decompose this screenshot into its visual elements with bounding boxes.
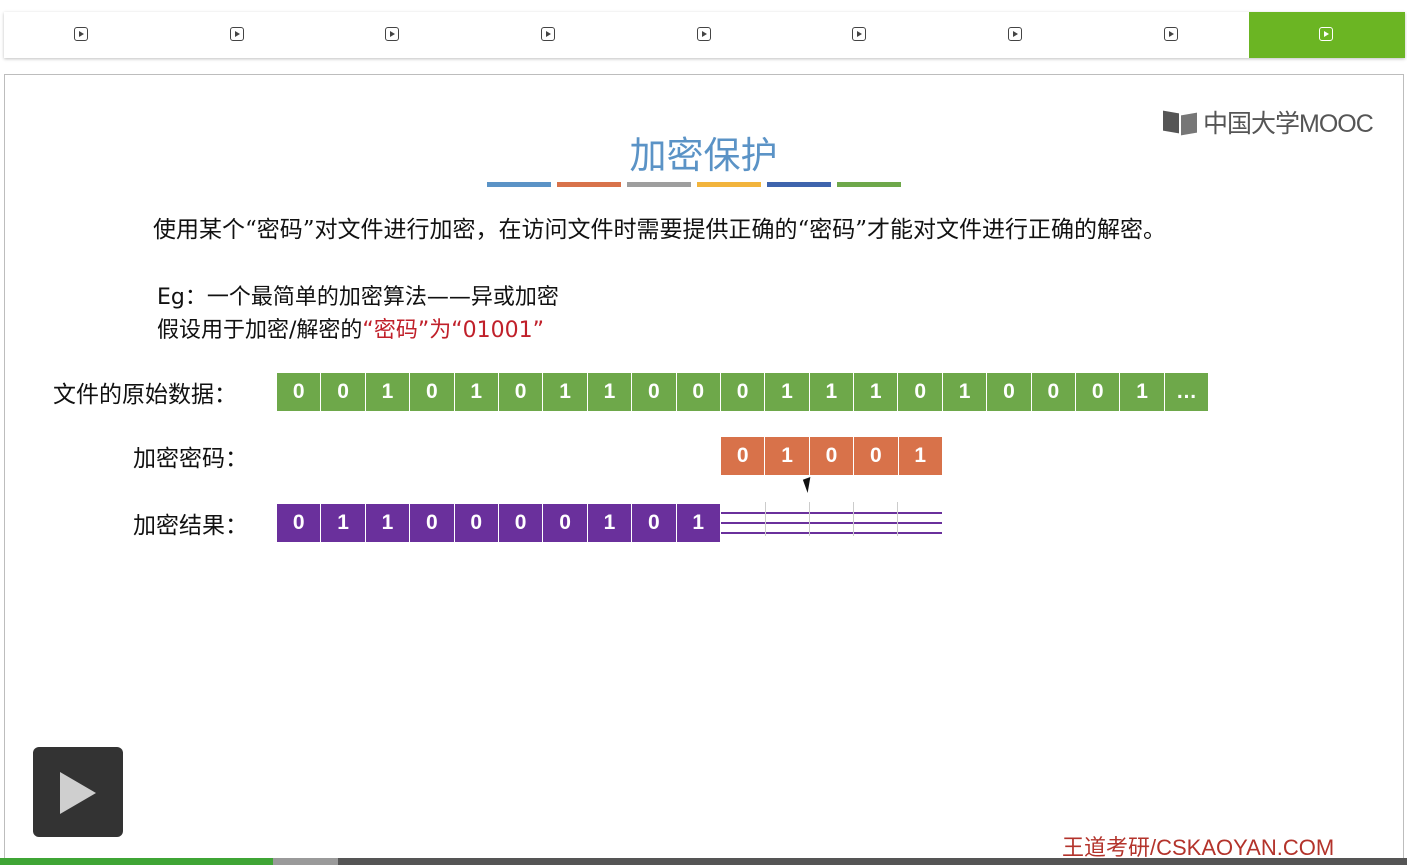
original-bit: 1 — [809, 373, 854, 411]
original-bit: 0 — [321, 373, 365, 411]
underline-bar-3 — [627, 182, 691, 187]
result-bit: 0 — [277, 504, 321, 542]
underline-bar-6 — [837, 182, 901, 187]
play-icon — [696, 27, 711, 41]
play-icon — [385, 27, 400, 41]
result-bit: 1 — [587, 504, 632, 542]
progress-played — [0, 858, 273, 865]
original-bit: 0 — [632, 373, 676, 411]
key-label: 加密密码： — [133, 446, 248, 472]
original-bit: 1 — [942, 373, 987, 411]
result-bit: 0 — [498, 504, 543, 542]
example-line-2-highlight: “密码”为“01001” — [362, 318, 544, 343]
play-icon — [60, 772, 96, 814]
example-line-1: Eg：一个最简单的加密算法——异或加密 — [157, 285, 559, 310]
play-icon — [540, 27, 555, 41]
play-icon — [1319, 27, 1334, 41]
result-bit: 0 — [454, 504, 498, 542]
play-icon — [73, 27, 88, 41]
result-bit: 1 — [676, 504, 720, 542]
result-bit: 0 — [632, 504, 676, 542]
chapter-tab-2[interactable] — [160, 12, 316, 58]
chapter-tab-6[interactable] — [782, 12, 938, 58]
key-bit: 0 — [854, 437, 898, 475]
underline-bar-2 — [557, 182, 621, 187]
chapter-tab-9[interactable] — [1249, 12, 1406, 58]
original-bit: 0 — [498, 373, 543, 411]
play-icon — [229, 27, 244, 41]
result-bits: 0110000101 — [277, 504, 720, 542]
key-bit: 0 — [721, 437, 765, 475]
result-bit: 1 — [365, 504, 410, 542]
result-label: 加密结果： — [133, 513, 248, 539]
result-bit: 1 — [321, 504, 365, 542]
key-bit: 0 — [809, 437, 854, 475]
pending-result-placeholder — [721, 502, 942, 536]
chapter-tab-5[interactable] — [627, 12, 783, 58]
original-data-bits: 0 0 1 0 1 0 1 1 0 0 0 1 1 1 0 1 0 0 0 1… — [277, 373, 1209, 411]
original-bit: 1 — [587, 373, 632, 411]
key-bits: 01001 — [721, 437, 942, 475]
original-bit: 0 — [720, 373, 765, 411]
result-bit: 0 — [410, 504, 454, 542]
chapter-tab-4[interactable] — [471, 12, 627, 58]
example-line-2-prefix: 假设用于加密/解密的 — [157, 318, 363, 343]
chapter-tab-bar — [4, 12, 1406, 58]
example-line-2: 假设用于加密/解密的“密码”为“01001” — [157, 312, 544, 344]
original-bit: 0 — [676, 373, 720, 411]
original-bit: … — [1164, 373, 1209, 411]
chapter-tab-8[interactable] — [1094, 12, 1250, 58]
key-bit: 1 — [765, 437, 809, 475]
original-bit: 1 — [454, 373, 498, 411]
original-bit: 1 — [765, 373, 809, 411]
slide-description: 使用某个“密码”对文件进行加密，在访问文件时需要提供正确的“密码”才能对文件进行… — [153, 217, 1167, 243]
original-data-label: 文件的原始数据： — [53, 382, 237, 408]
original-bit: 0 — [1076, 373, 1120, 411]
play-icon — [1163, 27, 1178, 41]
result-bit: 0 — [543, 504, 587, 542]
original-bit: 0 — [410, 373, 454, 411]
original-bit: 1 — [543, 373, 587, 411]
play-icon — [852, 27, 867, 41]
original-bit: 1 — [1120, 373, 1164, 411]
key-bit: 1 — [898, 437, 942, 475]
slide-title: 加密保护 — [629, 134, 778, 177]
original-bit: 0 — [277, 373, 321, 411]
play-button[interactable] — [33, 747, 123, 837]
original-bit: 1 — [854, 373, 898, 411]
chapter-tab-1[interactable] — [4, 12, 160, 58]
underline-bar-5 — [767, 182, 831, 187]
title-underline — [487, 182, 901, 187]
play-icon — [1007, 27, 1022, 41]
underline-bar-4 — [697, 182, 761, 187]
original-bit: 1 — [365, 373, 410, 411]
chapter-tab-3[interactable] — [315, 12, 471, 58]
chapter-tab-7[interactable] — [938, 12, 1094, 58]
video-progress-bar[interactable] — [0, 858, 1407, 865]
original-bit: 0 — [987, 373, 1031, 411]
original-bit: 0 — [1031, 373, 1076, 411]
underline-bar-1 — [487, 182, 551, 187]
original-bit: 0 — [898, 373, 942, 411]
